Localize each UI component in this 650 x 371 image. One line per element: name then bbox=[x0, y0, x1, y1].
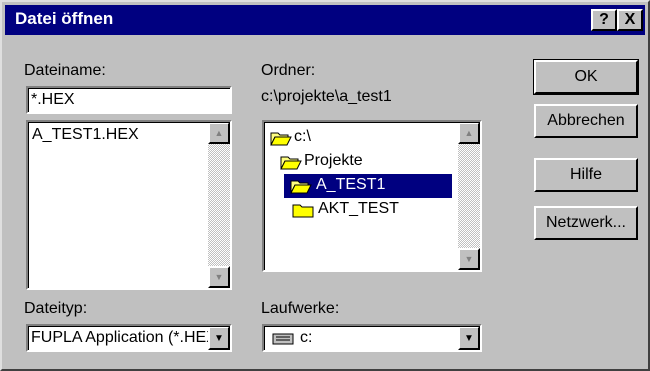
scroll-up-button[interactable]: ▲ bbox=[208, 122, 230, 144]
file-list[interactable]: A_TEST1.HEX ▲ ▼ bbox=[26, 120, 232, 290]
tree-item-projekte[interactable]: Projekte bbox=[304, 152, 363, 170]
file-list-item[interactable]: A_TEST1.HEX bbox=[32, 126, 139, 144]
drives-label: Laufwerke: bbox=[261, 300, 340, 317]
open-folder-icon bbox=[270, 132, 292, 146]
filename-label: Dateiname: bbox=[24, 62, 106, 79]
dropdown-arrow-icon[interactable]: ▼ bbox=[208, 326, 230, 350]
scroll-down-button[interactable]: ▼ bbox=[208, 266, 230, 288]
open-file-dialog: Datei öffnen ? X Dateiname: *.HEX A_TEST… bbox=[0, 0, 650, 371]
drive-select[interactable]: c: ▼ bbox=[262, 324, 482, 352]
folder-path: c:\projekte\a_test1 bbox=[261, 88, 392, 105]
tree-item-a-test1[interactable]: A_TEST1 bbox=[316, 176, 385, 194]
ok-button[interactable]: OK bbox=[533, 59, 639, 95]
folder-tree[interactable]: c:\ Projekte A_TEST1 AKT_TEST ▲ ▼ bbox=[262, 120, 482, 272]
open-folder-icon bbox=[280, 156, 302, 170]
filename-input[interactable]: *.HEX bbox=[26, 86, 232, 114]
network-button[interactable]: Netzwerk... bbox=[534, 206, 638, 240]
filetype-label: Dateityp: bbox=[24, 300, 88, 317]
tree-item-akt-test[interactable]: AKT_TEST bbox=[318, 200, 399, 218]
dialog-title: Datei öffnen bbox=[15, 9, 114, 28]
close-button[interactable]: X bbox=[617, 9, 643, 31]
drive-icon bbox=[272, 333, 294, 345]
folder-label: Ordner: bbox=[261, 62, 316, 79]
dropdown-arrow-icon[interactable]: ▼ bbox=[458, 326, 480, 350]
help-title-button[interactable]: ? bbox=[591, 9, 617, 31]
drive-value: c: bbox=[300, 329, 313, 346]
title-bar: Datei öffnen ? X bbox=[5, 5, 645, 35]
tree-item-drive[interactable]: c:\ bbox=[294, 128, 311, 146]
filename-input-value: *.HEX bbox=[31, 91, 75, 108]
filetype-value: FUPLA Application (*.HEX) bbox=[31, 329, 223, 346]
open-folder-icon bbox=[290, 180, 312, 194]
help-button[interactable]: Hilfe bbox=[534, 158, 638, 192]
scroll-up-button[interactable]: ▲ bbox=[458, 122, 480, 144]
file-list-scrollbar[interactable]: ▲ ▼ bbox=[208, 122, 230, 288]
folder-tree-scrollbar[interactable]: ▲ ▼ bbox=[458, 122, 480, 270]
cancel-button[interactable]: Abbrechen bbox=[534, 104, 638, 138]
scroll-down-button[interactable]: ▼ bbox=[458, 248, 480, 270]
filetype-select[interactable]: FUPLA Application (*.HEX) ▼ bbox=[26, 324, 232, 352]
folder-icon bbox=[292, 204, 314, 218]
